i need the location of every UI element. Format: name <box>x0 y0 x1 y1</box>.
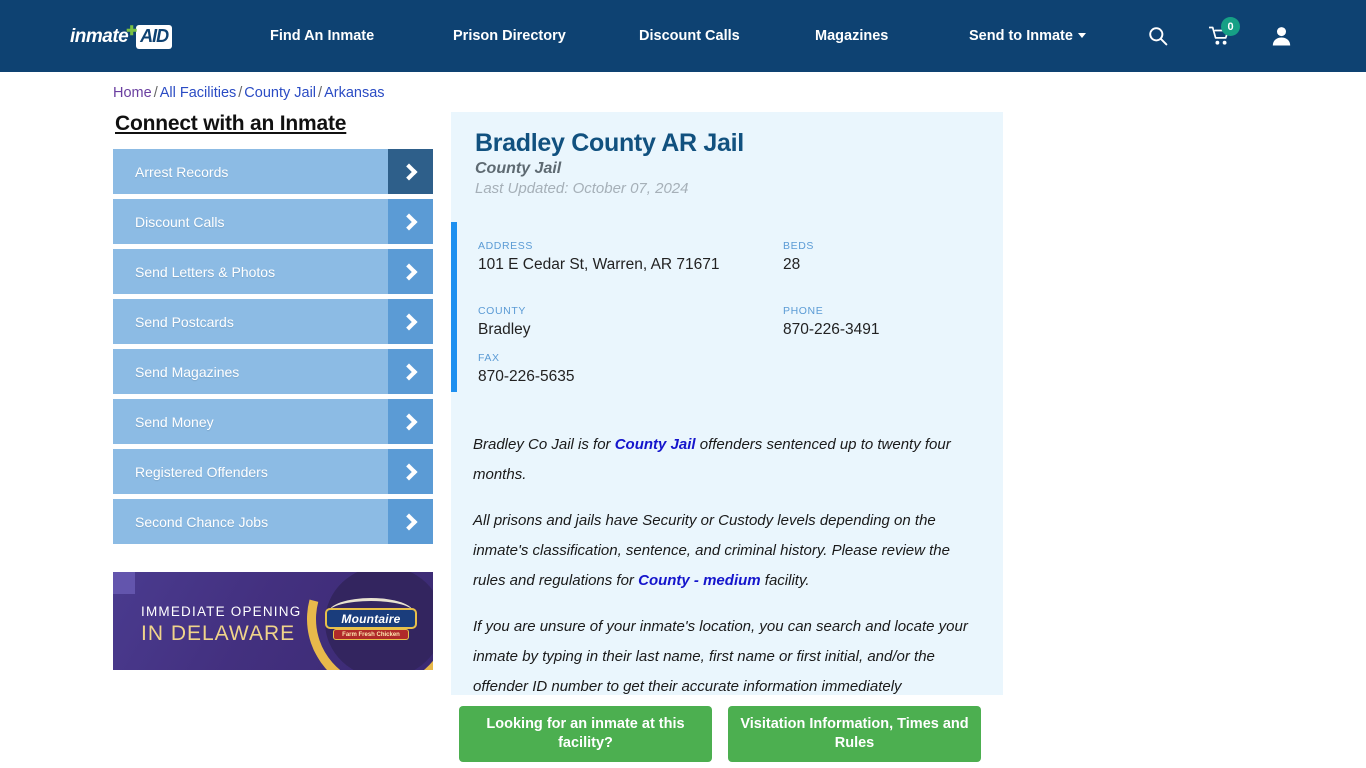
nav-link-discount-calls[interactable]: Discount Calls <box>639 28 740 44</box>
ad-advertiser-logo: Mountaire Farm Fresh Chicken <box>325 598 417 644</box>
chevron-right-icon <box>388 249 433 294</box>
desc-p1-link[interactable]: County Jail <box>615 436 696 453</box>
nav-link-prison-directory[interactable]: Prison Directory <box>453 28 566 44</box>
desc-p2-after: facility. <box>760 572 810 589</box>
logo-plus-icon: ✚ <box>126 23 138 38</box>
top-navbar: inmate ✚ AID Find An Inmate Prison Direc… <box>0 0 1366 72</box>
cart-icon[interactable]: 0 <box>1208 17 1240 51</box>
sidebar-item-label: Send Money <box>135 413 214 430</box>
desc-p2-link[interactable]: County - medium <box>638 572 761 589</box>
sidebar-item-label: Arrest Records <box>135 163 229 180</box>
chevron-right-icon <box>388 499 433 544</box>
desc-p1-before: Bradley Co Jail is for <box>473 436 615 453</box>
desc-p3-text: If you are unsure of your inmate's locat… <box>473 618 968 695</box>
facility-info-panel: Bradley County AR Jail County Jail Last … <box>451 112 1003 725</box>
detail-label-phone: PHONE <box>783 305 824 317</box>
detail-address: ADDRESS 101 E Cedar St, Warren, AR 71671 <box>478 240 738 274</box>
cart-count-badge: 0 <box>1221 17 1240 36</box>
chevron-right-icon <box>388 299 433 344</box>
description-paragraph-1: Bradley Co Jail is for County Jail offen… <box>473 430 985 490</box>
detail-label-beds: BEDS <box>783 240 814 252</box>
breadcrumb-item-county-jail[interactable]: County Jail <box>244 85 316 101</box>
sidebar-item-registered-offenders[interactable]: Registered Offenders <box>113 449 433 494</box>
sidebar-item-label: Send Letters & Photos <box>135 263 276 280</box>
chevron-right-icon <box>388 399 433 444</box>
chevron-down-icon <box>1077 33 1086 38</box>
chevron-right-icon <box>388 149 433 194</box>
ad-logo-tagline: Farm Fresh Chicken <box>333 629 409 640</box>
detail-value-address: 101 E Cedar St, Warren, AR 71671 <box>478 256 720 273</box>
detail-value-county: Bradley <box>478 321 531 338</box>
breadcrumb-separator: / <box>153 85 158 101</box>
nav-dropdown-label: Send to Inmate <box>969 28 1073 44</box>
breadcrumb-separator: / <box>318 85 323 101</box>
cta-button-row: Looking for an inmate at this facility? … <box>459 706 1003 762</box>
last-updated-text: Last Updated: October 07, 2024 <box>475 180 689 197</box>
detail-county: COUNTY Bradley <box>478 305 531 339</box>
breadcrumb: Home / All Facilities / County Jail / Arkansas <box>113 85 385 101</box>
sidebar-item-discount-calls[interactable]: Discount Calls <box>113 199 433 244</box>
sidebar: Connect with an Inmate Arrest Records Di… <box>113 112 435 549</box>
breadcrumb-separator: / <box>238 85 243 101</box>
chevron-right-icon <box>388 449 433 494</box>
detail-label-county: COUNTY <box>478 305 526 317</box>
nav-link-magazines[interactable]: Magazines <box>815 28 888 44</box>
accent-bar <box>451 222 457 392</box>
inmate-search-button[interactable]: Looking for an inmate at this facility? <box>459 706 712 762</box>
detail-value-fax: 870-226-5635 <box>478 368 575 385</box>
ad-corner-decoration <box>113 572 135 594</box>
site-logo[interactable]: inmate ✚ AID <box>70 22 200 52</box>
logo-text-inmate: inmate <box>70 26 129 47</box>
chevron-right-icon <box>388 199 433 244</box>
visitation-info-button[interactable]: Visitation Information, Times and Rules <box>728 706 981 762</box>
detail-value-beds: 28 <box>783 256 801 273</box>
sidebar-item-send-magazines[interactable]: Send Magazines <box>113 349 433 394</box>
sidebar-item-arrest-records[interactable]: Arrest Records <box>113 149 433 194</box>
sidebar-item-send-postcards[interactable]: Send Postcards <box>113 299 433 344</box>
detail-value-phone: 870-226-3491 <box>783 321 880 338</box>
detail-phone: PHONE 870-226-3491 <box>783 305 880 339</box>
logo-text-aid: AID <box>136 25 173 49</box>
detail-beds: BEDS 28 <box>783 240 814 274</box>
sidebar-item-second-chance-jobs[interactable]: Second Chance Jobs <box>113 499 433 544</box>
ad-headline-line2: IN DELAWARE <box>141 622 296 645</box>
detail-label-fax: FAX <box>478 352 500 364</box>
nav-link-find-an-inmate[interactable]: Find An Inmate <box>270 28 374 44</box>
sidebar-item-label: Discount Calls <box>135 213 225 230</box>
advertisement-banner[interactable]: IMMEDIATE OPENING IN DELAWARE Mountaire … <box>113 572 433 670</box>
page-title: Bradley County AR Jail <box>475 129 744 157</box>
breadcrumb-item-arkansas[interactable]: Arkansas <box>324 85 384 101</box>
sidebar-item-label: Registered Offenders <box>135 463 268 480</box>
user-icon[interactable] <box>1272 26 1291 51</box>
sidebar-item-label: Second Chance Jobs <box>135 513 269 530</box>
chevron-right-icon <box>388 349 433 394</box>
ad-headline-line1: IMMEDIATE OPENING <box>141 604 302 619</box>
facility-type: County Jail <box>475 160 562 177</box>
facility-details-block: ADDRESS 101 E Cedar St, Warren, AR 71671… <box>451 222 1003 392</box>
sidebar-item-label: Send Magazines <box>135 363 240 380</box>
search-icon[interactable] <box>1148 26 1168 51</box>
facility-description: Bradley Co Jail is for County Jail offen… <box>473 430 985 748</box>
ad-logo-name: Mountaire <box>325 608 417 629</box>
sidebar-item-send-money[interactable]: Send Money <box>113 399 433 444</box>
breadcrumb-item-all-facilities[interactable]: All Facilities <box>160 85 237 101</box>
description-paragraph-2: All prisons and jails have Security or C… <box>473 506 985 596</box>
sidebar-item-label: Send Postcards <box>135 313 234 330</box>
detail-fax: FAX 870-226-5635 <box>478 352 575 386</box>
detail-label-address: ADDRESS <box>478 240 533 252</box>
sidebar-title: Connect with an Inmate <box>115 112 347 135</box>
sidebar-item-send-letters-photos[interactable]: Send Letters & Photos <box>113 249 433 294</box>
nav-dropdown-send-to-inmate[interactable]: Send to Inmate <box>969 28 1086 44</box>
breadcrumb-item-home[interactable]: Home <box>113 85 152 101</box>
